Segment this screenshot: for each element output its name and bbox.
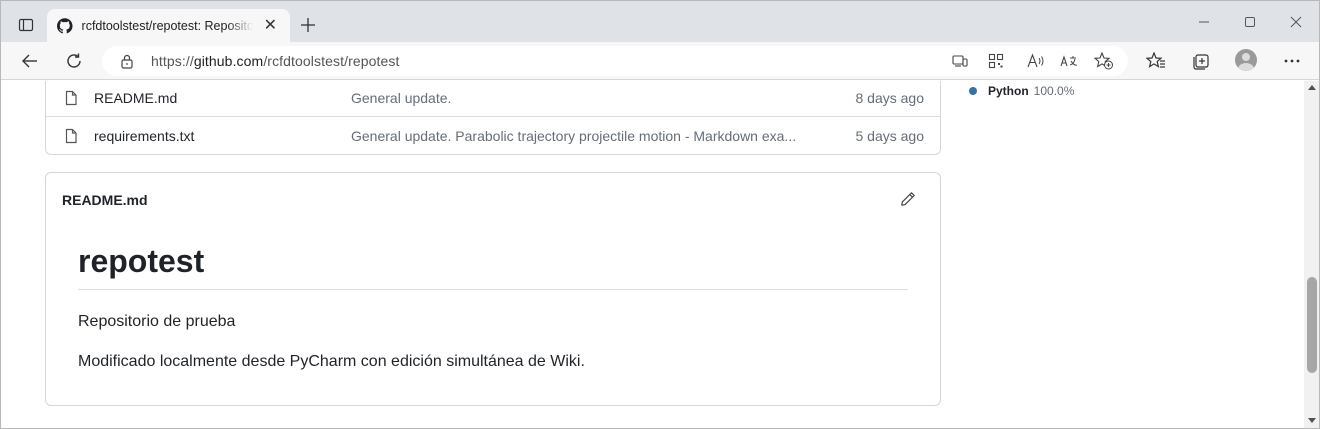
readme-paragraph: Modificado localmente desde PyCharm con … bbox=[78, 353, 585, 370]
scroll-down-arrow[interactable] bbox=[1308, 418, 1316, 423]
minimize-button[interactable] bbox=[1181, 9, 1227, 35]
url-path: /rcfdtoolstest/repotest bbox=[263, 53, 400, 69]
maximize-button[interactable] bbox=[1227, 9, 1273, 35]
pencil-icon bbox=[901, 192, 915, 206]
readme-paragraph: Repositorio de prueba bbox=[78, 313, 236, 330]
read-aloud-icon bbox=[1027, 53, 1044, 68]
commit-message-link[interactable]: General update. bbox=[351, 90, 451, 106]
file-name-link[interactable]: README.md bbox=[94, 90, 177, 106]
favorites-icon bbox=[1146, 52, 1165, 68]
refresh-icon bbox=[67, 53, 81, 68]
minimize-icon bbox=[1199, 21, 1209, 23]
read-aloud-button[interactable] bbox=[1024, 50, 1048, 72]
close-window-button[interactable] bbox=[1273, 9, 1319, 35]
file-row[interactable]: requirements.txt General update. Parabol… bbox=[46, 117, 940, 154]
commit-age: 8 days ago bbox=[855, 89, 925, 106]
close-icon bbox=[1290, 16, 1302, 28]
commit-message-link[interactable]: General update. Parabolic trajectory pro… bbox=[351, 128, 796, 144]
readme-filename[interactable]: README.md bbox=[62, 192, 148, 208]
profile-avatar[interactable] bbox=[1235, 49, 1257, 71]
active-tab[interactable]: rcfdtoolstest/repotest: Repository ✕ bbox=[47, 9, 290, 42]
favorites-button[interactable] bbox=[1141, 46, 1171, 76]
more-dots-icon bbox=[1284, 59, 1300, 63]
app-available-icon[interactable] bbox=[948, 50, 972, 72]
edit-readme-button[interactable] bbox=[900, 191, 918, 209]
tab-actions-icon bbox=[18, 18, 34, 32]
collections-button[interactable] bbox=[1186, 46, 1216, 76]
url-host: github.com bbox=[193, 53, 264, 69]
browser-window: rcfdtoolstest/repotest: Repository ✕ htt… bbox=[0, 0, 1320, 429]
refresh-button[interactable] bbox=[59, 46, 89, 76]
tab-strip: rcfdtoolstest/repotest: Repository ✕ bbox=[1, 1, 1319, 42]
url-prefix: https:// bbox=[151, 53, 194, 69]
address-bar[interactable]: https://github.com/rcfdtoolstest/repotes… bbox=[102, 46, 1128, 76]
file-icon bbox=[65, 128, 77, 143]
scroll-up-arrow[interactable] bbox=[1308, 85, 1316, 90]
file-list: README.md General update. 8 days ago req… bbox=[45, 81, 941, 155]
vertical-scrollbar[interactable] bbox=[1304, 81, 1319, 428]
scroll-thumb[interactable] bbox=[1307, 277, 1317, 373]
add-favorite-button[interactable] bbox=[1092, 50, 1116, 72]
github-icon bbox=[57, 17, 73, 33]
tab-actions-button[interactable] bbox=[11, 10, 41, 40]
back-arrow-icon bbox=[22, 54, 37, 68]
device-icon bbox=[952, 55, 968, 67]
qr-code-icon bbox=[988, 53, 1004, 69]
translate-icon bbox=[1060, 55, 1078, 67]
language-name: Python bbox=[988, 84, 1029, 98]
lock-icon[interactable] bbox=[120, 53, 134, 69]
url-text[interactable]: https://github.com/rcfdtoolstest/repotes… bbox=[151, 53, 399, 69]
readme-box: README.md repotest Repositorio de prueba… bbox=[45, 172, 941, 406]
maximize-icon bbox=[1245, 17, 1255, 27]
star-add-icon bbox=[1094, 52, 1113, 70]
browser-toolbar: https://github.com/rcfdtoolstest/repotes… bbox=[1, 42, 1319, 80]
settings-more-button[interactable] bbox=[1277, 46, 1307, 76]
tab-title: rcfdtoolstest/repotest: Repository bbox=[81, 18, 253, 33]
file-icon bbox=[65, 90, 77, 105]
language-color-dot bbox=[969, 87, 977, 95]
translate-button[interactable] bbox=[1057, 50, 1081, 72]
new-tab-button[interactable] bbox=[296, 13, 320, 37]
plus-icon bbox=[301, 18, 315, 32]
file-row[interactable]: README.md General update. 8 days ago bbox=[46, 81, 940, 117]
page-viewport: README.md General update. 8 days ago req… bbox=[1, 81, 1304, 428]
language-percent: 100.0% bbox=[1033, 84, 1075, 98]
collections-icon bbox=[1193, 54, 1209, 70]
readme-heading: repotest bbox=[78, 243, 908, 290]
qr-code-button[interactable] bbox=[984, 50, 1008, 72]
back-button[interactable] bbox=[15, 46, 45, 76]
language-item[interactable]: Python 100.0% bbox=[969, 84, 1074, 98]
file-name-link[interactable]: requirements.txt bbox=[94, 128, 194, 144]
tab-close-icon[interactable]: ✕ bbox=[261, 17, 280, 34]
commit-age: 5 days ago bbox=[855, 127, 925, 144]
